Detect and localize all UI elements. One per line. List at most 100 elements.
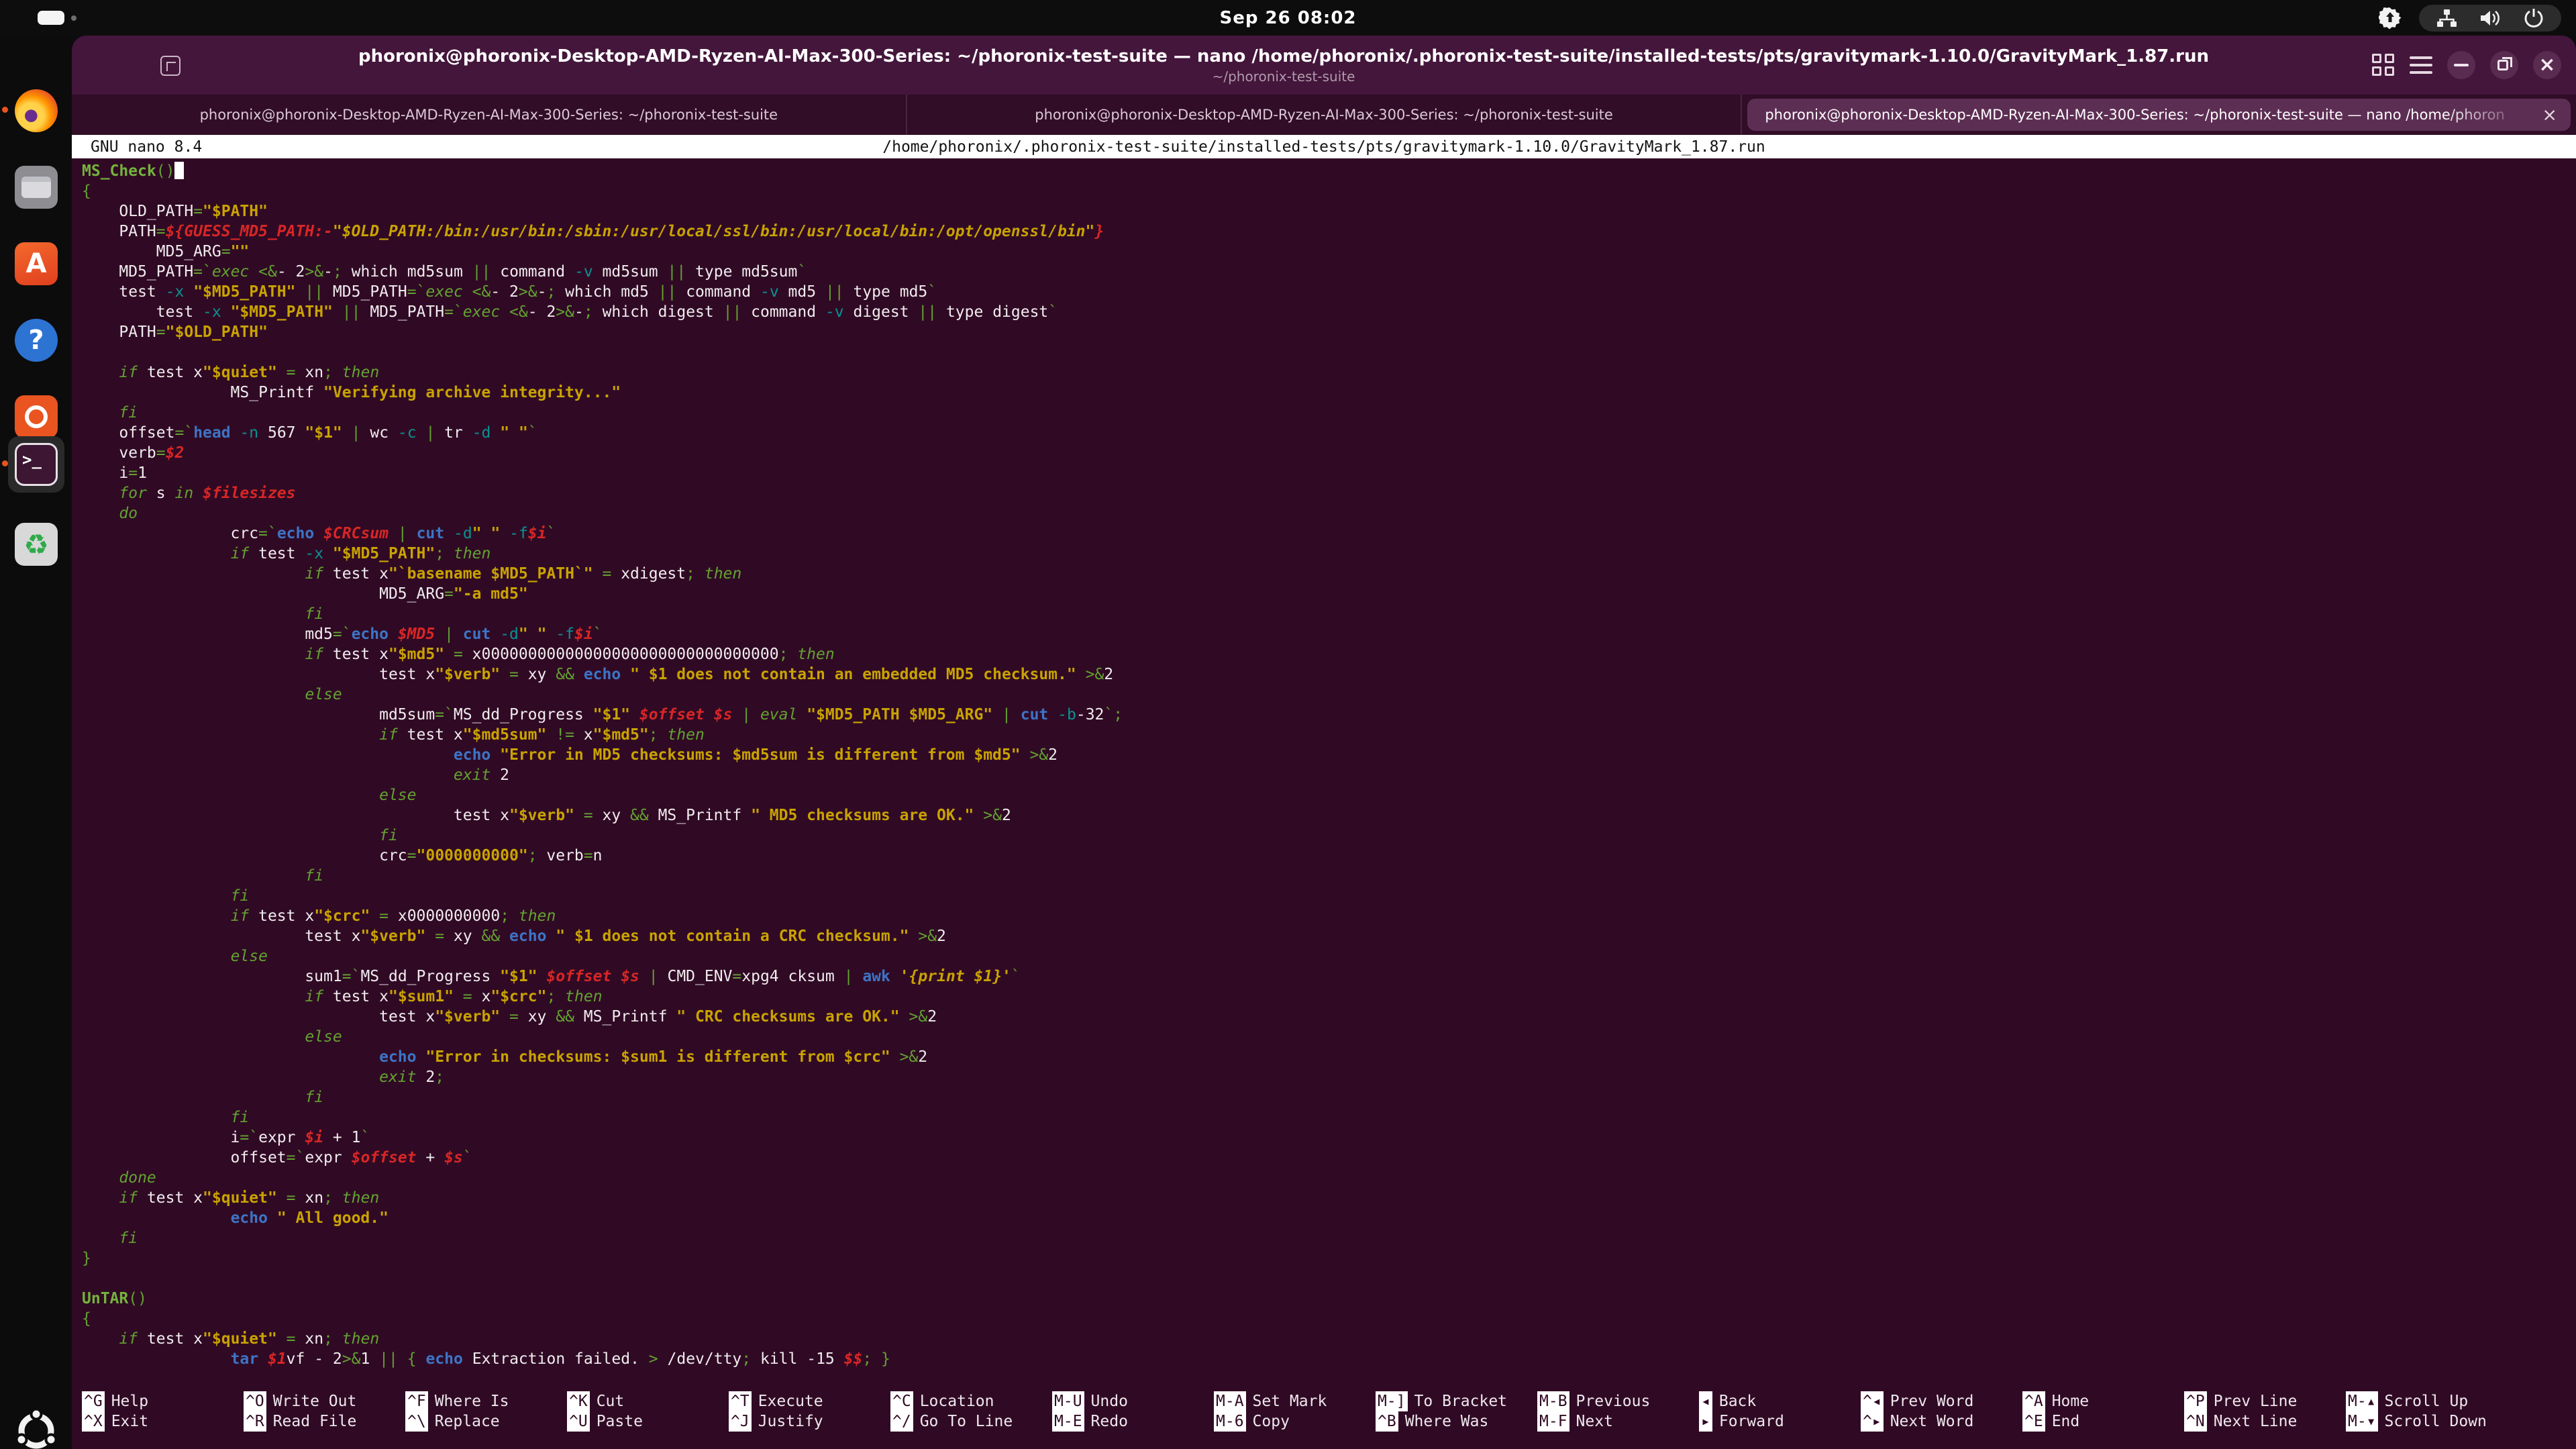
code-line: for s in $filesizes (82, 483, 2576, 503)
shortcut-key: ^G (82, 1391, 105, 1411)
shortcut-key: ^J (729, 1411, 752, 1432)
shortcut-to-bracket: M-]To Bracket^BWhere Was (1376, 1391, 1537, 1432)
code-line: if test -x "$MD5_PATH"; then (82, 544, 2576, 564)
clock[interactable]: Sep 26 08:02 (0, 0, 2576, 36)
dock-item-files[interactable] (0, 156, 72, 218)
dock: A? >_ ♻ (0, 36, 72, 1449)
shortcut-label: Scroll Up (2385, 1393, 2469, 1410)
code-line: PATH=${GUESS_MD5_PATH:-"$OLD_PATH:/bin:/… (82, 221, 2576, 242)
shortcut-previous: M-BPreviousM-FNext (1537, 1391, 1699, 1432)
ubuntu-pro-icon (15, 395, 58, 438)
shortcut-label: Undo (1091, 1393, 1128, 1410)
terminal-icon: >_ (15, 443, 58, 486)
code-line: else (82, 785, 2576, 805)
shortcut-help: ^GHelp^XExit (82, 1391, 244, 1432)
code-line: test x"$verb" = xy && echo " $1 does not… (82, 664, 2576, 685)
shortcut-set-mark: M-ASet MarkM-6Copy (1214, 1391, 1376, 1432)
system-status-menu[interactable] (2419, 5, 2561, 32)
code-line: MS_Check() (82, 161, 2576, 181)
terminal-tab-2[interactable]: phoronix@phoronix-Desktop-AMD-Ryzen-AI-M… (907, 95, 1743, 135)
code-line: fi (82, 403, 2576, 423)
running-indicator (2, 460, 8, 466)
close-button[interactable]: × (2533, 51, 2561, 79)
dock-item-software-updater[interactable]: ♻ (0, 513, 72, 575)
tab-label: phoronix@phoronix-Desktop-AMD-Ryzen-AI-M… (200, 107, 778, 123)
nano-file-path: /home/phoronix/.phoronix-test-suite/inst… (72, 138, 2576, 156)
shortcut-key: ^E (2022, 1411, 2045, 1432)
shortcut-prev-line: ^PPrev Line^NNext Line (2184, 1391, 2346, 1432)
shortcut-label: Execute (758, 1393, 823, 1410)
shortcut-prev-word: ^◂Prev Word^▸Next Word (1861, 1391, 2022, 1432)
titlebar[interactable]: phoronix@phoronix-Desktop-AMD-Ryzen-AI-M… (72, 36, 2576, 95)
dock-item-show-apps[interactable] (0, 1400, 72, 1449)
code-line: offset=`expr $offset + $s` (82, 1148, 2576, 1168)
shortcut-key: M-U (1052, 1391, 1084, 1411)
dock-item-terminal[interactable]: >_ (0, 434, 72, 495)
code-line: else (82, 685, 2576, 705)
software-updater-icon: ♻ (15, 523, 58, 566)
shortcut-write-out: ^OWrite Out^RRead File (244, 1391, 405, 1432)
shortcut-key: ^P (2184, 1391, 2207, 1411)
menu-icon[interactable] (2410, 56, 2432, 74)
tab-label: phoronix@phoronix-Desktop-AMD-Ryzen-AI-M… (1765, 107, 2535, 123)
shortcut-key: ^/ (890, 1411, 913, 1432)
network-icon (2435, 7, 2458, 30)
shortcut-label: Justify (758, 1413, 823, 1430)
code-line: tar $1vf - 2>&1 || { echo Extraction fai… (82, 1349, 2576, 1369)
code-line: fi (82, 866, 2576, 886)
code-line: test -x "$MD5_PATH" || MD5_PATH=`exec <&… (82, 282, 2576, 302)
terminal-tab-3[interactable]: phoronix@phoronix-Desktop-AMD-Ryzen-AI-M… (1742, 95, 2576, 135)
tab-overview-icon[interactable] (2372, 54, 2395, 77)
files-icon (15, 166, 58, 209)
code-line: test x"$verb" = xy && MS_Printf " CRC ch… (82, 1007, 2576, 1027)
restore-button[interactable] (2490, 51, 2518, 79)
code-line: MD5_ARG="-a md5" (82, 584, 2576, 604)
code-line: UnTAR() (82, 1289, 2576, 1309)
shortcut-label: Copy (1253, 1413, 1290, 1430)
minimize-button[interactable] (2447, 51, 2475, 79)
shortcut-key: M-▾ (2346, 1411, 2378, 1432)
shortcut-label: Scroll Down (2385, 1413, 2487, 1430)
shortcut-label: Prev Line (2214, 1393, 2298, 1410)
shortcut-key: ^▸ (1861, 1411, 1884, 1432)
dock-item-app-center[interactable]: A (0, 233, 72, 295)
code-line: echo "Error in MD5 checksums: $md5sum is… (82, 745, 2576, 765)
power-icon (2522, 7, 2545, 30)
code-line: if test x"$quiet" = xn; then (82, 1188, 2576, 1208)
shortcut-key: M-B (1537, 1391, 1569, 1411)
shortcut-label: Next (1576, 1413, 1613, 1430)
code-line: { (82, 181, 2576, 201)
shortcut-label: Next Word (1890, 1413, 1974, 1430)
shortcut-label: Redo (1091, 1413, 1128, 1430)
shortcut-key: M-6 (1214, 1411, 1246, 1432)
new-tab-icon[interactable] (160, 56, 181, 76)
code-line: fi (82, 1087, 2576, 1107)
window-subtitle: ~/phoronix-test-suite (1213, 68, 1355, 85)
tab-close-icon[interactable]: × (2542, 105, 2557, 126)
shortcut-label: Where Was (1405, 1413, 1489, 1430)
dock-item-firefox[interactable] (0, 80, 72, 142)
shortcut-key: ^T (729, 1391, 752, 1411)
dock-item-help[interactable]: ? (0, 309, 72, 371)
code-line: do (82, 503, 2576, 523)
shortcut-label: Go To Line (920, 1413, 1013, 1430)
code-line: if test x"$sum1" = x"$crc"; then (82, 987, 2576, 1007)
software-update-icon[interactable] (2379, 7, 2402, 30)
firefox-icon (15, 89, 58, 132)
shortcut-execute: ^T Execute ^J Justify (729, 1391, 890, 1432)
shortcut-key: ^◂ (1861, 1391, 1884, 1411)
shortcut-key: ^U (567, 1411, 590, 1432)
code-line: verb=$2 (82, 443, 2576, 463)
terminal-tab-1[interactable]: phoronix@phoronix-Desktop-AMD-Ryzen-AI-M… (72, 95, 907, 135)
shortcut-key: ^X (82, 1411, 105, 1432)
code-line (82, 1268, 2576, 1289)
shortcut-key: M-] (1376, 1391, 1408, 1411)
tab-bar: phoronix@phoronix-Desktop-AMD-Ryzen-AI-M… (72, 95, 2576, 135)
terminal-screen[interactable]: MS_Check(){ OLD_PATH="$PATH" PATH=${GUES… (82, 161, 2576, 1369)
desktop: Sep 26 08:02 (0, 0, 2576, 1449)
shortcut-label: Cut (597, 1393, 625, 1410)
shortcut-key: ▸ (1699, 1411, 1712, 1432)
code-line: else (82, 1027, 2576, 1047)
shortcut-home: ^AHome^EEnd (2022, 1391, 2184, 1432)
shortcut-key: M-▴ (2346, 1391, 2378, 1411)
